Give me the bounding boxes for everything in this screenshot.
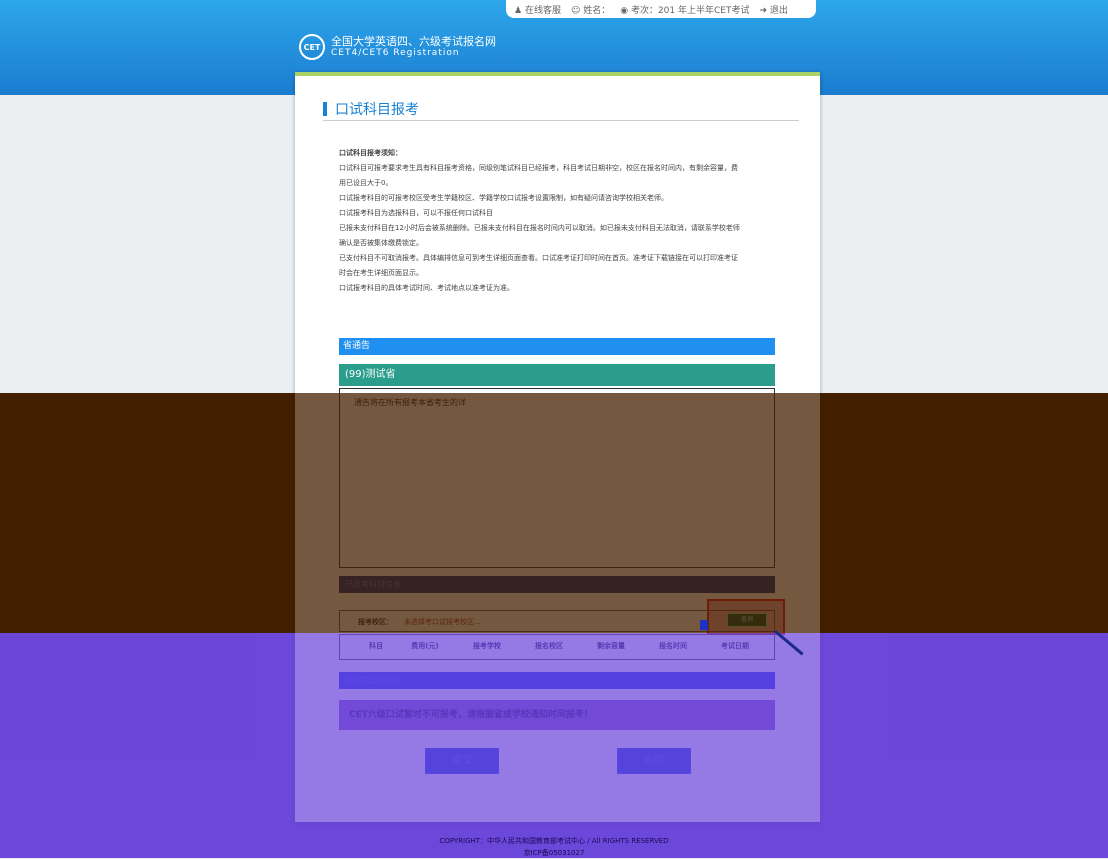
cursor-icon [700, 620, 708, 630]
warning-message: CET六级口试暂时不可报考，请根据省或学校通知时间报考！ [339, 700, 775, 730]
col-campus: 报名校区 [535, 642, 563, 650]
subjects-table: 科目 费用(元) 报考学校 报名校区 剩余容量 报名时间 考试日期 [339, 634, 775, 660]
online-service-link[interactable]: ♟ 在线客服 [514, 3, 561, 16]
campus-select[interactable]: 未选择考口试报考校区... [404, 617, 481, 627]
copyright-text: COPYRIGHT：中华人民共和国教育部考试中心 / All RIGHTS RE… [439, 837, 669, 845]
exam-session: ◉ 考次：201 年上半年CET考试 [620, 5, 750, 16]
heading-accent [323, 102, 327, 116]
cet-emblem-icon: CET [299, 34, 325, 60]
user-name: ☺ 姓名： [570, 5, 611, 16]
notice-line: 确认是否被集体缴费锁定。 [339, 239, 423, 247]
back-button[interactable]: 返回 [617, 748, 691, 774]
col-capacity: 剩余容量 [597, 642, 625, 650]
page-title: 口试科目报考 [335, 102, 419, 118]
notice-line: 用已设且大于0。 [339, 179, 393, 187]
site-logo[interactable]: CET 全国大学英语四、六级考试报名网 CET4/CET6 Registrati… [299, 34, 496, 60]
main-panel: 口试科目报考 口试科目报考须知： 口试科目可报考要求考生具有科目报考资格，同级别… [295, 72, 820, 822]
province-announcement-header: 省通告 [339, 338, 775, 355]
site-subtitle: CET4/CET6 Registration [331, 47, 460, 58]
registered-subjects-header: 已报考科目信息 [339, 576, 775, 593]
notice-line: 已支付科目不可取消报考。具体编排信息可到考生详细页面查看。口试准考证打印时间在首… [339, 254, 738, 262]
announcement-box: 通告将在所有报考本省考生的详 [339, 388, 775, 568]
table-header-row: 科目 费用(元) 报考学校 报名校区 剩余容量 报名时间 考试日期 [358, 641, 766, 651]
notice-line: 已报未支付科目在12小时后会被系统删除。已报未支付科目在报名时间内可以取消。如已… [339, 224, 740, 232]
campus-label: 报考校区： [358, 618, 393, 626]
notice-line: 时会在考生详细页面显示。 [339, 269, 423, 277]
notice-line: 口试报考科目为选报科目，可以不报任何口试科目 [339, 209, 493, 217]
top-user-bar: ♟ 在线客服 ☺ 姓名： ◉ 考次：201 年上半年CET考试 ➜ 退出 [506, 0, 816, 18]
announcement-text: 通告将在所有报考本省考生的详 [354, 398, 466, 407]
col-fee: 费用(元) [411, 642, 439, 650]
page-heading: 口试科目报考 [323, 98, 799, 121]
logout-link[interactable]: ➜ 退出 [759, 3, 787, 16]
query-button[interactable]: 查询 [727, 613, 767, 627]
col-subject: 科目 [369, 642, 383, 650]
notice-line: 口试报考科目的具体考试时间、考试地点以准考证为准。 [339, 284, 514, 292]
col-reg-time: 报名时间 [659, 642, 687, 650]
notice-line: 口试报考科目的可报考校区受考生学籍校区、学籍学校口试报考设置限制，如有疑问请咨询… [339, 194, 668, 202]
notice-line: 口试科目可报考要求考生具有科目报考资格，同级别笔试科目已经报考，科目考试日期非空… [339, 164, 738, 172]
site-title: 全国大学英语四、六级考试报名网 [331, 34, 496, 48]
notice-title: 口试科目报考须知： [339, 149, 402, 157]
footer: COPYRIGHT：中华人民共和国教育部考试中心 / All RIGHTS RE… [0, 835, 1108, 859]
submit-button[interactable]: 提交 [425, 748, 499, 774]
test-province-header[interactable]: (99)测试省 [339, 364, 775, 386]
icp-number: 京ICP备05031027 [523, 849, 585, 857]
available-subjects-header: 可报考口试科目 [339, 672, 775, 689]
col-exam-date: 考试日期 [721, 642, 749, 650]
col-school: 报考学校 [473, 642, 501, 650]
registration-notice: 口试科目报考须知： 口试科目可报考要求考生具有科目报考资格，同级别笔试科目已经报… [339, 146, 779, 296]
